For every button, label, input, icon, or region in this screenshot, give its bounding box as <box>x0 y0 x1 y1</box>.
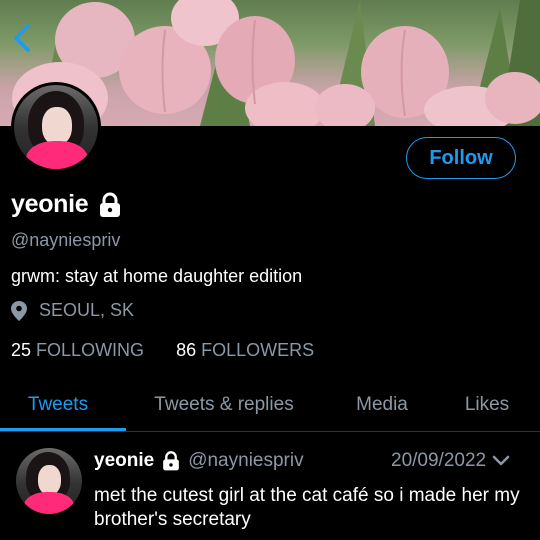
lock-icon <box>100 192 121 217</box>
location-pin-icon <box>11 300 27 321</box>
chevron-down-icon[interactable] <box>492 454 510 468</box>
profile-handle: @nayniespriv <box>11 230 121 250</box>
follow-button[interactable]: Follow <box>406 137 516 179</box>
followers-label: FOLLOWERS <box>201 340 315 360</box>
tab-tweets-replies[interactable]: Tweets & replies <box>134 382 314 428</box>
tab-media[interactable]: Media <box>336 382 428 428</box>
tab-tweets[interactable]: Tweets <box>0 382 116 428</box>
following-stat[interactable]: 25 FOLLOWING <box>11 340 144 361</box>
following-count: 25 <box>11 340 32 360</box>
profile-stats: 25 FOLLOWING 86 FOLLOWERS <box>11 340 314 361</box>
followers-count: 86 <box>176 340 197 360</box>
profile-tabs: Tweets Tweets & replies Media Likes <box>0 382 540 432</box>
back-button[interactable] <box>8 22 36 54</box>
profile-avatar[interactable] <box>11 82 101 172</box>
display-name: yeonie <box>11 190 89 218</box>
tweet-author-name[interactable]: yeonie <box>94 450 154 472</box>
location-text: SEOUL, SK <box>39 300 135 320</box>
tab-likes[interactable]: Likes <box>450 382 524 428</box>
tweet-date-row: 20/09/2022 <box>391 450 510 472</box>
followers-stat[interactable]: 86 FOLLOWERS <box>176 340 314 361</box>
avatar-photo <box>14 85 98 169</box>
tabs-divider <box>0 431 540 432</box>
profile-bio: grwm: stay at home daughter edition <box>11 266 303 286</box>
profile-name: yeonie <box>11 190 124 219</box>
tweet-date: 20/09/2022 <box>391 450 487 471</box>
tweet-author-handle[interactable]: @nayniespriv <box>188 450 303 472</box>
tweet-avatar[interactable] <box>16 448 82 514</box>
profile-location: SEOUL, SK <box>11 300 134 321</box>
chevron-left-icon <box>14 24 30 52</box>
tweet-header: yeonie @nayniespriv <box>94 450 304 472</box>
lock-icon <box>163 451 180 471</box>
tweet-text: met the cutest girl at the cat café so i… <box>94 485 520 530</box>
following-label: FOLLOWING <box>36 340 145 360</box>
